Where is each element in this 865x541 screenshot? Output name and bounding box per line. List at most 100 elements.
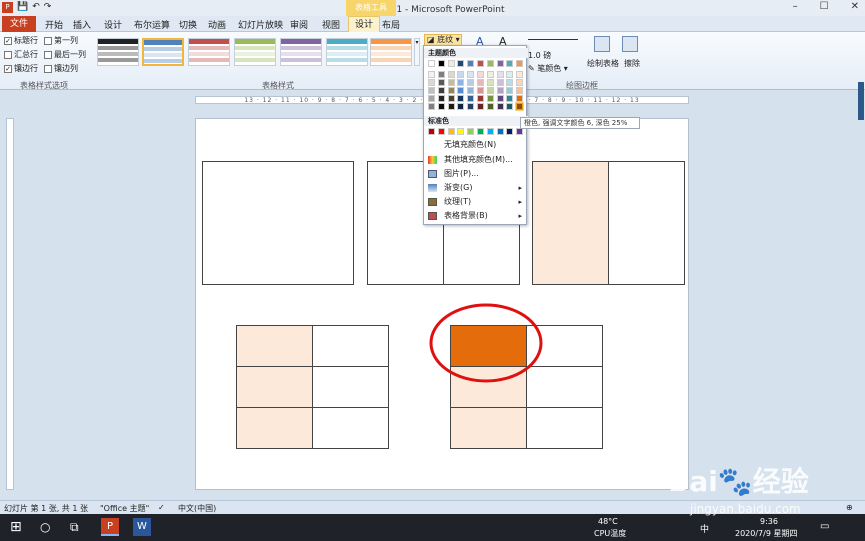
spellcheck-icon[interactable]: ✓ bbox=[158, 503, 165, 512]
theme-color-swatch[interactable] bbox=[516, 71, 524, 78]
theme-color-swatch[interactable] bbox=[457, 95, 465, 102]
theme-color-swatch[interactable] bbox=[428, 79, 435, 86]
table-style-swatch[interactable] bbox=[326, 38, 368, 66]
theme-color-swatch[interactable] bbox=[457, 79, 465, 86]
theme-color-swatch[interactable] bbox=[467, 71, 475, 78]
theme-color-swatch[interactable] bbox=[516, 87, 524, 94]
theme-color-swatch[interactable] bbox=[477, 79, 484, 86]
theme-color-swatch[interactable] bbox=[477, 60, 484, 67]
theme-color-swatch[interactable] bbox=[437, 79, 445, 86]
theme-color-swatch[interactable] bbox=[486, 103, 494, 110]
picture-menu-item[interactable]: 图片(P)... bbox=[424, 167, 528, 181]
theme-color-swatch[interactable] bbox=[506, 95, 514, 102]
more-fill-colors-menu-item[interactable]: 其他填充颜色(M)... bbox=[424, 153, 528, 167]
theme-color-swatch[interactable] bbox=[516, 95, 524, 102]
standard-color-swatch[interactable] bbox=[447, 128, 455, 135]
theme-color-swatch[interactable] bbox=[457, 60, 465, 67]
theme-color-swatch[interactable] bbox=[447, 95, 455, 102]
draw-table-label[interactable]: 绘制表格 bbox=[587, 58, 619, 69]
table-style-swatch[interactable] bbox=[142, 38, 184, 66]
theme-color-swatch[interactable] bbox=[506, 87, 514, 94]
theme-color-swatch[interactable] bbox=[447, 79, 455, 86]
table-cell-filled[interactable] bbox=[532, 161, 609, 285]
theme-color-swatch[interactable] bbox=[477, 71, 484, 78]
theme-color-swatch[interactable] bbox=[496, 95, 504, 102]
table-cell[interactable] bbox=[202, 161, 354, 285]
tab-insert[interactable]: 插入 bbox=[73, 18, 91, 31]
tab-slideshow[interactable]: 幻灯片放映 bbox=[238, 18, 283, 31]
table-cell-filled[interactable] bbox=[236, 325, 313, 367]
minimize-icon[interactable]: – bbox=[793, 1, 798, 12]
theme-color-swatch[interactable] bbox=[496, 103, 504, 110]
no-fill-menu-item[interactable]: 无填充颜色(N) bbox=[424, 138, 528, 152]
theme-color-swatch[interactable] bbox=[516, 60, 524, 67]
tab-home[interactable]: 开始 bbox=[45, 18, 63, 31]
banded-columns-checkbox[interactable]: 镶边列 bbox=[44, 63, 78, 74]
scrollbar-thumb[interactable] bbox=[858, 82, 864, 120]
close-icon[interactable]: ✕ bbox=[851, 1, 859, 12]
table-style-swatch[interactable] bbox=[280, 38, 322, 66]
theme-color-swatch[interactable] bbox=[496, 87, 504, 94]
eraser-label[interactable]: 擦除 bbox=[624, 58, 640, 69]
standard-color-swatch[interactable] bbox=[477, 128, 484, 135]
standard-color-swatch[interactable] bbox=[428, 128, 435, 135]
table-cell-filled[interactable] bbox=[236, 407, 313, 449]
theme-color-swatch[interactable] bbox=[515, 102, 525, 111]
task-view-icon[interactable]: ⧉ bbox=[70, 520, 79, 535]
table-cell-filled[interactable] bbox=[236, 366, 313, 408]
theme-color-swatch[interactable] bbox=[428, 60, 435, 67]
theme-color-swatch[interactable] bbox=[457, 71, 465, 78]
theme-color-swatch[interactable] bbox=[506, 79, 514, 86]
table-style-swatch[interactable] bbox=[188, 38, 230, 66]
pen-color-button[interactable]: ✎ 笔颜色 ▾ bbox=[528, 63, 568, 74]
tab-animations[interactable]: 动画 bbox=[208, 18, 226, 31]
theme-color-swatch[interactable] bbox=[477, 103, 484, 110]
theme-color-swatch[interactable] bbox=[428, 95, 435, 102]
theme-color-swatch[interactable] bbox=[486, 79, 494, 86]
table-cell[interactable] bbox=[526, 407, 603, 449]
theme-color-swatch[interactable] bbox=[437, 103, 445, 110]
theme-color-swatch[interactable] bbox=[467, 103, 475, 110]
table-cell[interactable] bbox=[312, 366, 389, 408]
table-cell[interactable] bbox=[312, 407, 389, 449]
theme-color-swatch[interactable] bbox=[428, 71, 435, 78]
standard-color-swatch[interactable] bbox=[437, 128, 445, 135]
tab-view[interactable]: 视图 bbox=[322, 18, 340, 31]
standard-color-swatch[interactable] bbox=[516, 128, 524, 135]
theme-color-swatch[interactable] bbox=[486, 87, 494, 94]
search-icon[interactable]: ○ bbox=[40, 520, 50, 534]
theme-color-swatch[interactable] bbox=[486, 71, 494, 78]
powerpoint-taskbar-icon[interactable]: P bbox=[101, 518, 119, 536]
theme-color-swatch[interactable] bbox=[516, 79, 524, 86]
tab-table-layout[interactable]: 布局 bbox=[382, 18, 400, 31]
eraser-icon[interactable] bbox=[622, 36, 638, 52]
maximize-icon[interactable]: ☐ bbox=[820, 1, 829, 12]
theme-color-swatch[interactable] bbox=[467, 95, 475, 102]
theme-color-swatch[interactable] bbox=[496, 60, 504, 67]
gallery-scroll-icon[interactable]: ▾ bbox=[414, 38, 420, 66]
table-style-swatch[interactable] bbox=[97, 38, 139, 66]
pen-style-line[interactable] bbox=[528, 39, 578, 40]
theme-color-swatch[interactable] bbox=[477, 95, 484, 102]
standard-color-swatch[interactable] bbox=[496, 128, 504, 135]
theme-color-swatch[interactable] bbox=[437, 95, 445, 102]
texture-menu-item[interactable]: 纹理(T) ▸ bbox=[424, 195, 528, 209]
table-cell[interactable] bbox=[312, 325, 389, 367]
theme-color-swatch[interactable] bbox=[506, 71, 514, 78]
theme-color-swatch[interactable] bbox=[428, 87, 435, 94]
theme-color-swatch[interactable] bbox=[496, 79, 504, 86]
theme-color-swatch[interactable] bbox=[486, 60, 494, 67]
tab-transitions[interactable]: 切换 bbox=[179, 18, 197, 31]
standard-color-swatch[interactable] bbox=[457, 128, 465, 135]
standard-color-swatch[interactable] bbox=[506, 128, 514, 135]
draw-table-icon[interactable] bbox=[594, 36, 610, 52]
standard-color-swatch[interactable] bbox=[467, 128, 475, 135]
tab-review[interactable]: 审阅 bbox=[290, 18, 308, 31]
theme-color-swatch[interactable] bbox=[428, 103, 435, 110]
header-row-checkbox[interactable]: ✓ 标题行 bbox=[4, 35, 38, 46]
banded-rows-checkbox[interactable]: ✓ 镶边行 bbox=[4, 63, 38, 74]
theme-color-swatch[interactable] bbox=[447, 87, 455, 94]
theme-color-swatch[interactable] bbox=[437, 71, 445, 78]
tab-boolean[interactable]: 布尔运算 bbox=[134, 18, 170, 31]
theme-color-swatch[interactable] bbox=[506, 60, 514, 67]
